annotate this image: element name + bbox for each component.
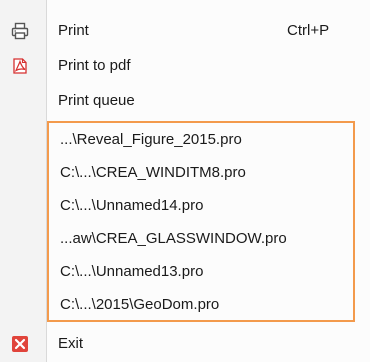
menu-item-label: Exit: [58, 335, 84, 352]
menu-item-exit[interactable]: Exit: [0, 326, 370, 362]
recent-file-label: C:\...\CREA_WINDITM8.pro: [60, 164, 246, 181]
menu-item-print-queue[interactable]: Print queue: [0, 83, 370, 119]
recent-file-item[interactable]: ...aw\CREA_GLASSWINDOW.pro: [49, 222, 353, 255]
recent-file-label: C:\...\2015\GeoDom.pro: [60, 296, 220, 313]
recent-file-item[interactable]: C:\...\Unnamed13.pro: [49, 255, 353, 288]
file-menu: Print Ctrl+P Print to pdf Print queue ..…: [0, 0, 370, 362]
recent-files-list: ...\Reveal_Figure_2015.pro C:\...\CREA_W…: [47, 121, 355, 322]
menu-item-print-to-pdf[interactable]: Print to pdf: [0, 48, 370, 84]
printer-icon: [11, 22, 29, 40]
recent-file-item[interactable]: C:\...\CREA_WINDITM8.pro: [49, 156, 353, 189]
recent-file-item[interactable]: ...\Reveal_Figure_2015.pro: [49, 123, 353, 156]
menu-item-label: Print to pdf: [58, 57, 131, 74]
exit-icon: [11, 335, 29, 353]
recent-file-item[interactable]: C:\...\Unnamed14.pro: [49, 189, 353, 222]
recent-file-label: ...aw\CREA_GLASSWINDOW.pro: [60, 230, 287, 247]
recent-file-label: C:\...\Unnamed13.pro: [60, 263, 204, 280]
menu-item-print[interactable]: Print Ctrl+P: [0, 13, 370, 49]
menu-item-shortcut: Ctrl+P: [287, 22, 330, 39]
recent-file-label: C:\...\Unnamed14.pro: [60, 197, 204, 214]
menu-item-label: Print queue: [58, 92, 135, 109]
recent-file-label: ...\Reveal_Figure_2015.pro: [60, 131, 242, 148]
pdf-icon: [11, 57, 29, 75]
recent-file-item[interactable]: C:\...\2015\GeoDom.pro: [49, 288, 353, 321]
menu-item-label: Print: [58, 22, 89, 39]
